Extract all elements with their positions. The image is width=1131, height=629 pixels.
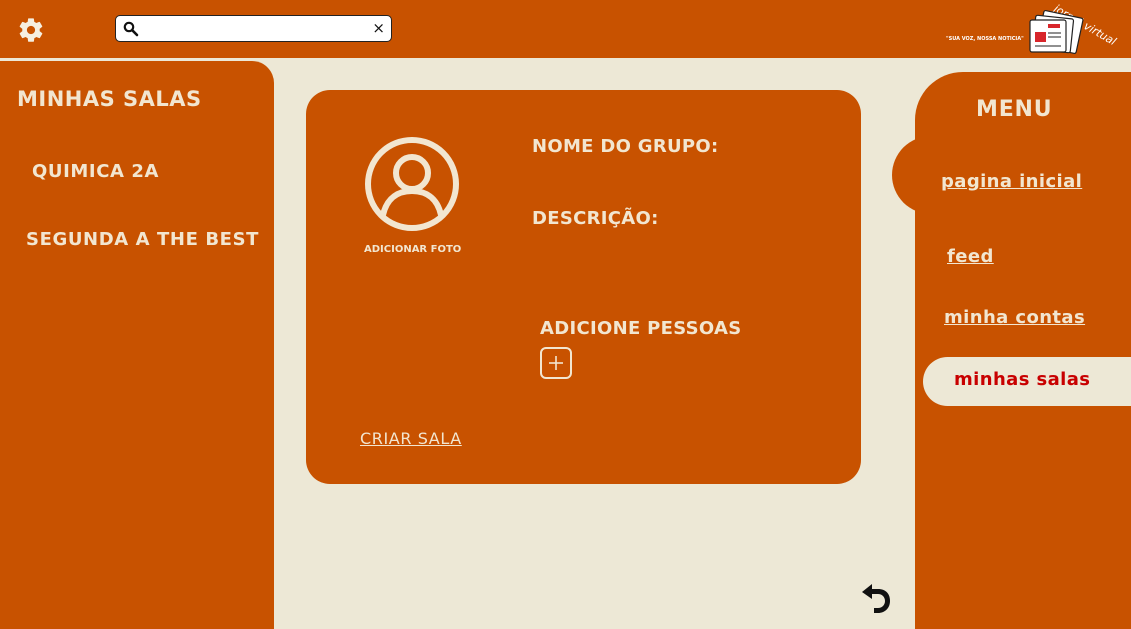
group-name-label: NOME DO GRUPO: (532, 136, 719, 157)
add-people-button[interactable] (540, 347, 572, 379)
create-room-card: ADICIONAR FOTO NOME DO GRUPO: DESCRIÇÃO:… (306, 90, 861, 484)
plus-icon (549, 356, 563, 370)
description-label: DESCRIÇÃO: (532, 208, 659, 229)
menu-item-label: minhas salas (954, 369, 1091, 390)
search-icon (123, 21, 139, 37)
menu-item-feed[interactable]: feed (947, 246, 994, 267)
search-input[interactable]: × (115, 15, 392, 42)
back-arrow-icon[interactable] (858, 582, 894, 616)
newspaper-logo-icon (1029, 10, 1084, 54)
gear-icon[interactable] (17, 16, 45, 44)
add-people-label: ADICIONE PESSOAS (540, 318, 742, 339)
sidebar-item-quimica-2a[interactable]: QUIMICA 2A (32, 161, 159, 182)
logo-tagline: "SUA VOZ, NOSSA NOTICIA" (946, 36, 1024, 42)
user-avatar-icon[interactable] (363, 135, 461, 233)
create-room-button[interactable]: CRIAR SALA (360, 429, 462, 448)
sidebar-title: MINHAS SALAS (17, 87, 202, 111)
menu-title: MENU (976, 97, 1053, 122)
clear-search-button[interactable]: × (372, 19, 385, 37)
menu-item-minha-contas[interactable]: minha contas (944, 307, 1085, 328)
menu-item-pagina-inicial[interactable]: pagina inicial (941, 171, 1082, 192)
rooms-sidebar: MINHAS SALAS QUIMICA 2A SEGUNDA A THE BE… (0, 61, 274, 629)
right-menu (915, 72, 1131, 629)
menu-item-minhas-salas[interactable]: minhas salas (923, 357, 1131, 406)
add-photo-label[interactable]: ADICIONAR FOTO (364, 244, 461, 255)
sidebar-item-segunda-a[interactable]: SEGUNDA A THE BEST (26, 229, 259, 250)
top-bar: × "SUA VOZ, NOSSA NOTICIA" jornal virtua… (0, 0, 1131, 58)
